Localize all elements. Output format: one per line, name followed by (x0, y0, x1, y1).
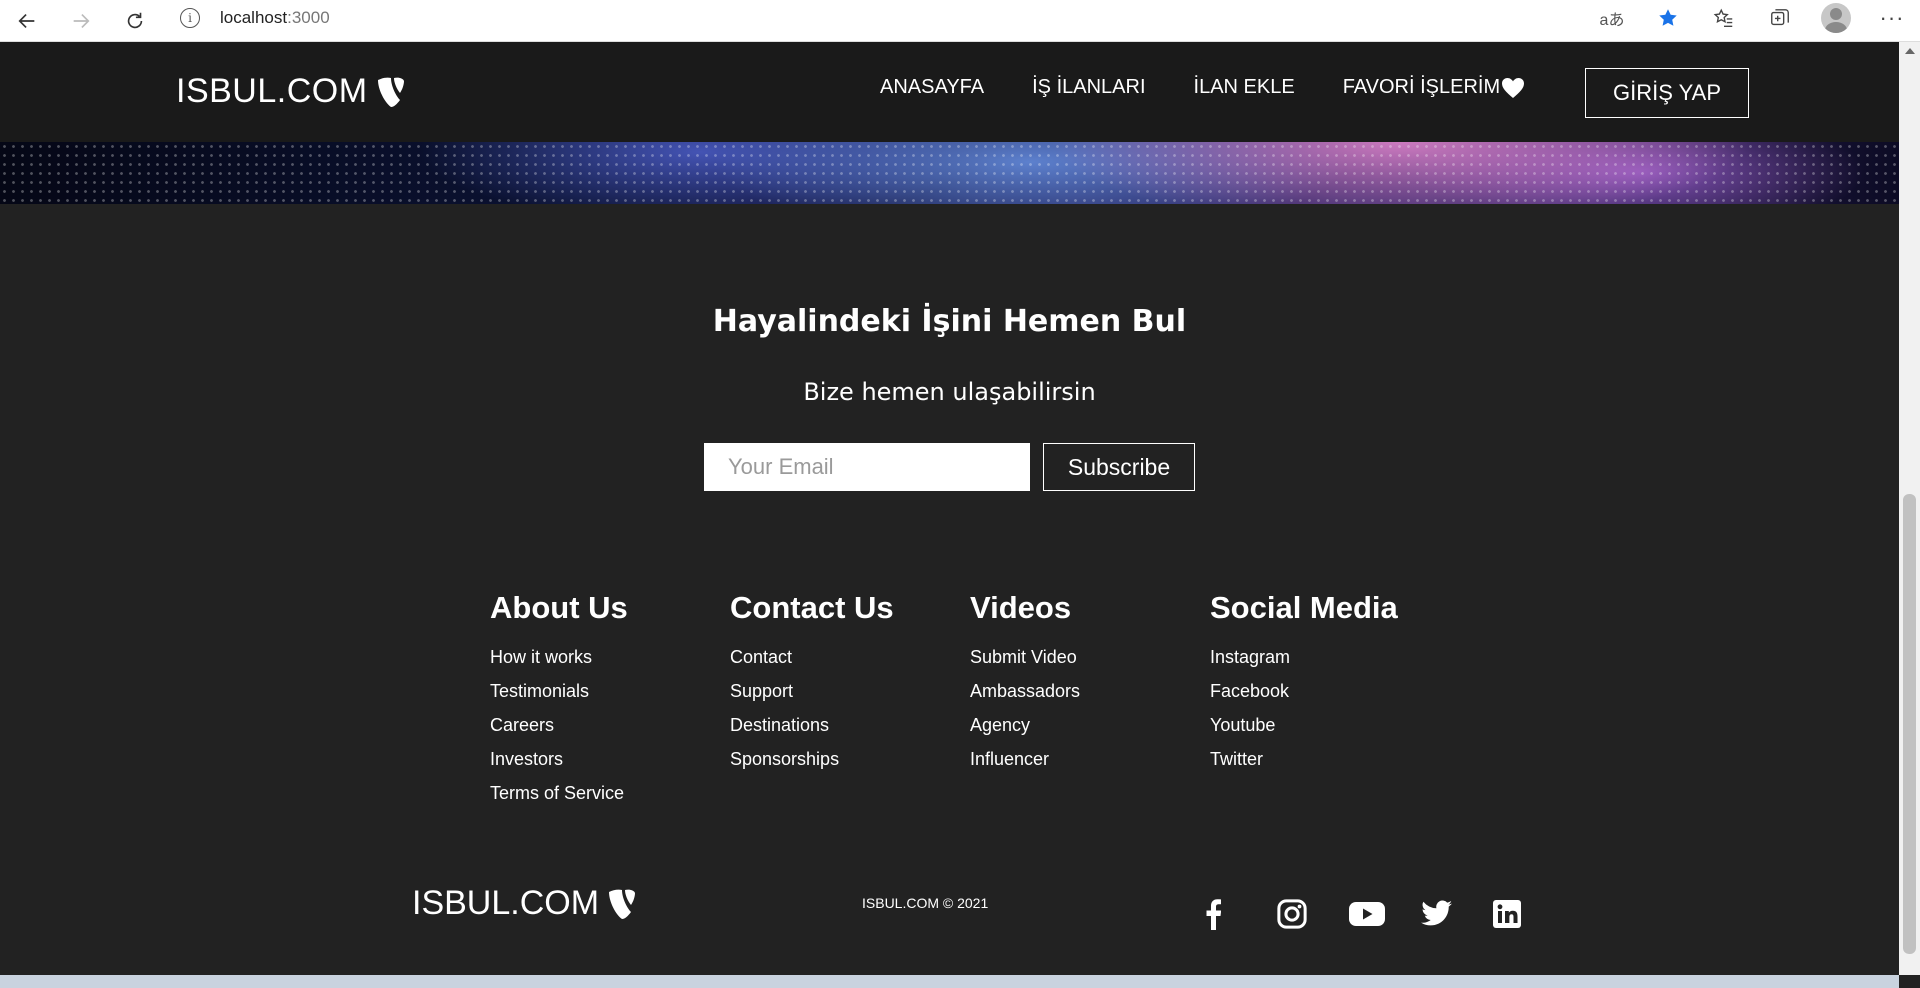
collections-icon[interactable] (1752, 0, 1808, 36)
social-links (1205, 896, 1565, 932)
footer-link[interactable]: Facebook (1210, 677, 1450, 711)
typo3-logo-icon (377, 77, 404, 107)
footer-link[interactable]: Ambassadors (970, 677, 1210, 711)
reload-button[interactable] (108, 0, 162, 42)
heart-icon (1502, 77, 1525, 98)
email-field[interactable] (704, 443, 1030, 491)
footer-heading: Contact Us (730, 590, 894, 625)
footer-link[interactable]: Sponsorships (730, 745, 970, 779)
footer-link[interactable]: Agency (970, 711, 1210, 745)
login-button[interactable]: GİRİŞ YAP (1585, 68, 1749, 118)
footer-column-videos: Videos Submit Video Ambassadors Agency I… (970, 590, 1210, 813)
footer-link[interactable]: Contact (730, 643, 970, 677)
footer-link[interactable]: Careers (490, 711, 730, 745)
url-host: localhost (220, 8, 288, 27)
main-nav: ANASAYFA İŞ İLANLARI İLAN EKLE FAVORİ İŞ… (880, 76, 1573, 99)
subscribe-button[interactable]: Subscribe (1043, 443, 1195, 491)
info-icon[interactable]: i (180, 8, 200, 28)
footer-brand-logo[interactable]: ISBUL.COM (412, 884, 637, 923)
page-bottom-edge (0, 975, 1899, 988)
nav-link-job-listings[interactable]: İŞ İLANLARI (1032, 76, 1145, 99)
page-scrollbar[interactable] (1899, 42, 1920, 975)
scrollbar-thumb[interactable] (1903, 494, 1916, 954)
nav-link-add-listing[interactable]: İLAN EKLE (1194, 76, 1295, 99)
footer-column-about: About Us How it works Testimonials Caree… (490, 590, 730, 813)
footer-link[interactable]: Influencer (970, 745, 1210, 779)
arrow-right-icon (73, 13, 90, 28)
footer-link[interactable]: Submit Video (970, 643, 1210, 677)
linkedin-icon[interactable] (1493, 896, 1565, 932)
url-port: :3000 (287, 8, 330, 27)
brand-name: ISBUL.COM (176, 72, 368, 110)
footer-link[interactable]: Terms of Service (490, 779, 730, 813)
typo3-logo-icon (609, 889, 636, 919)
footer-link[interactable]: Destinations (730, 711, 970, 745)
hero-image (0, 142, 1899, 204)
footer-link[interactable]: Testimonials (490, 677, 730, 711)
footer-link[interactable]: Twitter (1210, 745, 1450, 779)
facebook-icon[interactable] (1205, 896, 1277, 932)
subscribe-section: Hayalindeki İşini Hemen Bul Bize hemen u… (0, 204, 1899, 584)
footer-links: About Us How it works Testimonials Caree… (490, 590, 1450, 813)
footer-link[interactable]: Instagram (1210, 643, 1450, 677)
browser-actions: aあ ··· (1584, 0, 1920, 36)
reload-icon (127, 12, 143, 28)
youtube-icon[interactable] (1349, 896, 1421, 932)
footer-column-contact: Contact Us Contact Support Destinations … (730, 590, 970, 813)
back-button[interactable] (0, 0, 54, 42)
instagram-icon[interactable] (1277, 896, 1349, 932)
footer-heading: Social Media (1210, 590, 1398, 625)
footer-link[interactable]: Support (730, 677, 970, 711)
subscribe-title: Hayalindeki İşini Hemen Bul (712, 304, 1187, 339)
subscribe-subtitle: Bize hemen ulaşabilirsin (803, 378, 1096, 406)
browser-toolbar: i localhost:3000 aあ ··· (0, 0, 1920, 42)
avatar (1821, 3, 1851, 33)
forward-button[interactable] (54, 0, 108, 42)
copyright-text: ISBUL.COM © 2021 (862, 895, 989, 911)
nav-link-home[interactable]: ANASAYFA (880, 76, 984, 99)
footer-link[interactable]: Youtube (1210, 711, 1450, 745)
address-bar[interactable]: i localhost:3000 (180, 0, 1820, 36)
footer-link[interactable]: Investors (490, 745, 730, 779)
nav-link-favorites-label: FAVORİ İŞLERİM (1342, 76, 1501, 98)
nav-link-favorites[interactable]: FAVORİ İŞLERİM (1343, 76, 1525, 99)
favorites-list-icon[interactable] (1696, 0, 1752, 36)
brand-logo[interactable]: ISBUL.COM (176, 72, 406, 111)
arrow-left-icon (18, 13, 35, 28)
footer-brand-name: ISBUL.COM (412, 884, 600, 922)
profile-button[interactable] (1808, 0, 1864, 36)
footer-column-social: Social Media Instagram Facebook Youtube … (1210, 590, 1450, 813)
more-menu-icon[interactable]: ··· (1864, 0, 1920, 36)
twitter-icon[interactable] (1421, 896, 1493, 932)
favorite-star-icon[interactable] (1640, 0, 1696, 36)
footer-heading: Videos (970, 590, 1072, 625)
footer-link[interactable]: How it works (490, 643, 730, 677)
read-aloud-icon[interactable]: aあ (1584, 0, 1640, 36)
site-header: ISBUL.COM ANASAYFA İŞ İLANLARI İLAN EKLE… (0, 42, 1899, 142)
address-url[interactable]: localhost:3000 (220, 8, 330, 28)
footer-heading: About Us (490, 590, 628, 625)
scroll-up-arrow-icon[interactable] (1905, 48, 1915, 54)
